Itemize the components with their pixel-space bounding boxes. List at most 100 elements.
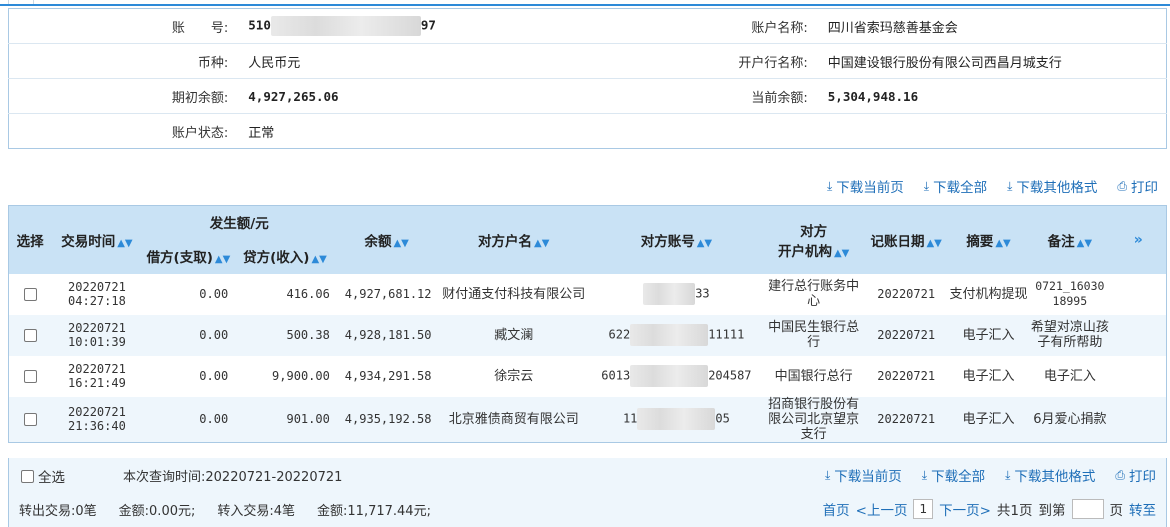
sort-icon[interactable]: ▲▼ [534,238,549,249]
col-remark[interactable]: 备注 ▲▼ [1029,205,1111,274]
masked-digits [630,324,709,346]
transaction-summary: 转出交易:0笔 金额:0.00元; 转入交易:4笔 金额:11,717.44元; [19,500,453,519]
counterparty-bank: 建行总行账务中心 [768,279,860,309]
download-icon: ⤓ [923,178,930,193]
first-page-link[interactable]: 首页 [823,499,850,519]
current-balance-label: 当前余额: [588,78,818,114]
col-counterparty-name[interactable]: 对方户名 ▲▼ [437,205,590,274]
summary: 电子汇入 [947,396,1030,442]
masked-digits [637,408,716,430]
sort-icon[interactable]: ▲▼ [926,238,941,249]
table-row[interactable]: 20220721 04:27:18 0.00 416.06 4,927,681.12 财付… [9,274,1167,315]
download-icon: ⤓ [1005,467,1011,482]
credit-amount: 416.06 [286,287,330,301]
row-checkbox-cell[interactable] [8,396,52,442]
account-no-label: 账 号: [8,8,239,44]
col-amount-group: 发生额/元 [142,205,336,238]
col-credit[interactable]: 贷方(收入) ▲▼ [234,237,336,274]
row-checkbox[interactable] [23,288,37,301]
counterparty-name: 财付通支付科技有限公司 [442,286,586,302]
select-all-checkbox[interactable] [21,469,34,483]
col-balance[interactable]: 余额 ▲▼ [335,205,438,274]
debit-amount: 0.00 [142,396,235,442]
col-summary[interactable]: 摘要 ▲▼ [947,205,1030,274]
next-page-link[interactable]: 下一页> [939,499,991,519]
bottom-actions: ⤓ 下载当前页 ⤓ 下载全部 ⤓ 下载其他格式 ⎙ 打印 [824,465,1156,486]
balance: 4,927,681.12 [344,287,432,301]
table-row[interactable]: 20220721 16:21:49 0.00 9,900.00 4,934,291.58… [9,356,1167,397]
debit-amount: 0.00 [199,287,229,301]
sort-icon[interactable]: ▲▼ [697,238,712,249]
download-icon: ⤓ [826,178,833,193]
table-row[interactable]: 20220721 10:01:39 0.00 500.38 4,928,181.50 臧文… [8,314,1167,356]
sort-icon[interactable]: ▲▼ [1077,238,1092,249]
download-page-link[interactable]: ⤓ 下载当前页 [824,465,902,486]
download-all-link[interactable]: ⤓ 下载全部 [923,176,987,197]
goto-page-input[interactable] [1071,499,1104,519]
status-value: 正常 [248,125,275,141]
download-other-link[interactable]: ⤓ 下载其他格式 [1005,465,1095,486]
out-count: 转出交易:0笔 [19,504,97,519]
active-tab[interactable] [8,0,34,4]
debit-amount: 0.00 [142,314,235,356]
post-date: 20220721 [864,314,948,356]
page-unit: 页 [1109,503,1124,519]
download-page-link[interactable]: ⤓ 下载当前页 [826,176,904,197]
download-icon: ⤓ [824,467,831,482]
sort-icon[interactable]: ▲▼ [995,238,1010,249]
print-link[interactable]: ⎙ 打印 [1117,176,1158,197]
sort-icon[interactable]: ▲▼ [393,238,408,249]
more-columns-button[interactable]: » [1110,205,1167,274]
credit-amount: 500.38 [234,314,336,356]
bank-name-label: 开户行名称: [588,43,818,79]
table-row[interactable]: 20220721 21:36:40 0.00 901.00 4,935,192.58 北京… [8,396,1167,442]
col-counterparty-account[interactable]: 对方账号 ▲▼ [590,205,763,274]
row-checkbox-cell[interactable] [9,274,52,315]
top-actions: ⤓ 下载当前页 ⤓ 下载全部 ⤓ 下载其他格式 ⎙ 打印 [826,176,1158,197]
current-page[interactable]: 1 [913,499,934,519]
remark: 希望对凉山孩子有所帮助 [1029,314,1111,356]
col-time[interactable]: 交易时间 ▲▼ [51,205,143,274]
prev-page-link[interactable]: <上一页 [856,499,908,519]
summary: 电子汇入 [947,314,1030,356]
credit-amount: 901.00 [234,396,336,442]
select-all[interactable]: 全选 [21,466,65,486]
sort-icon[interactable]: ▲▼ [311,254,326,265]
trans-time: 20220721 16:21:49 [68,362,126,390]
masked-digits [630,365,709,387]
goto-label: 到第 [1038,503,1066,519]
row-checkbox[interactable] [23,413,37,426]
row-checkbox[interactable] [23,370,37,383]
download-other-link[interactable]: ⤓ 下载其他格式 [1007,176,1097,197]
currency-label: 币种: [8,43,239,79]
counterparty-name: 臧文澜 [437,314,590,356]
row-checkbox-cell[interactable] [8,314,52,356]
print-link[interactable]: ⎙ 打印 [1115,465,1156,486]
sort-icon[interactable]: ▲▼ [117,238,132,249]
row-checkbox[interactable] [23,329,37,342]
col-counterparty-bank[interactable]: 对方 开户机构 ▲▼ [762,205,865,274]
sort-icon[interactable]: ▲▼ [215,254,230,265]
counterparty-account: 6013 204587 [590,356,763,397]
row-checkbox-cell[interactable] [9,356,52,397]
pagination: 首页 <上一页 1 下一页> 共1页 到第 页 转至 [823,499,1156,519]
total-pages: 共1页 [996,503,1033,519]
out-amount: 金额:0.00元; [118,504,196,519]
post-date: 20220721 [877,369,936,383]
col-post-date[interactable]: 记账日期 ▲▼ [864,205,948,274]
trans-time: 20220721 10:01:39 [51,314,143,356]
col-debit[interactable]: 借方(支取) ▲▼ [142,237,235,274]
in-amount: 金额:11,717.44元; [317,504,431,519]
remark: 6月爱心捐款 [1029,396,1111,442]
download-all-link[interactable]: ⤓ 下载全部 [922,465,985,486]
grid-footer: 全选 本次查询时间:20220721-20220721 ⤓ 下载当前页 ⤓ 下载全部… [8,458,1167,527]
transaction-grid: 选择 交易时间 ▲▼ 发生额/元 余额 ▲▼ 对方户名 ▲▼ 对方账号 ▲▼ 对方 开户机… [8,205,1167,443]
double-chevron-right-icon[interactable]: » [1134,232,1143,248]
counterparty-account: 11 05 [590,396,763,442]
goto-button[interactable]: 转至 [1129,499,1156,519]
counterparty-bank: 中国民生银行总行 [762,314,865,356]
remark: 0721_16030 18995 [1035,279,1105,308]
sort-icon[interactable]: ▲▼ [834,248,849,259]
in-count: 转入交易:4笔 [217,504,296,519]
top-tab-strip [0,0,1170,6]
